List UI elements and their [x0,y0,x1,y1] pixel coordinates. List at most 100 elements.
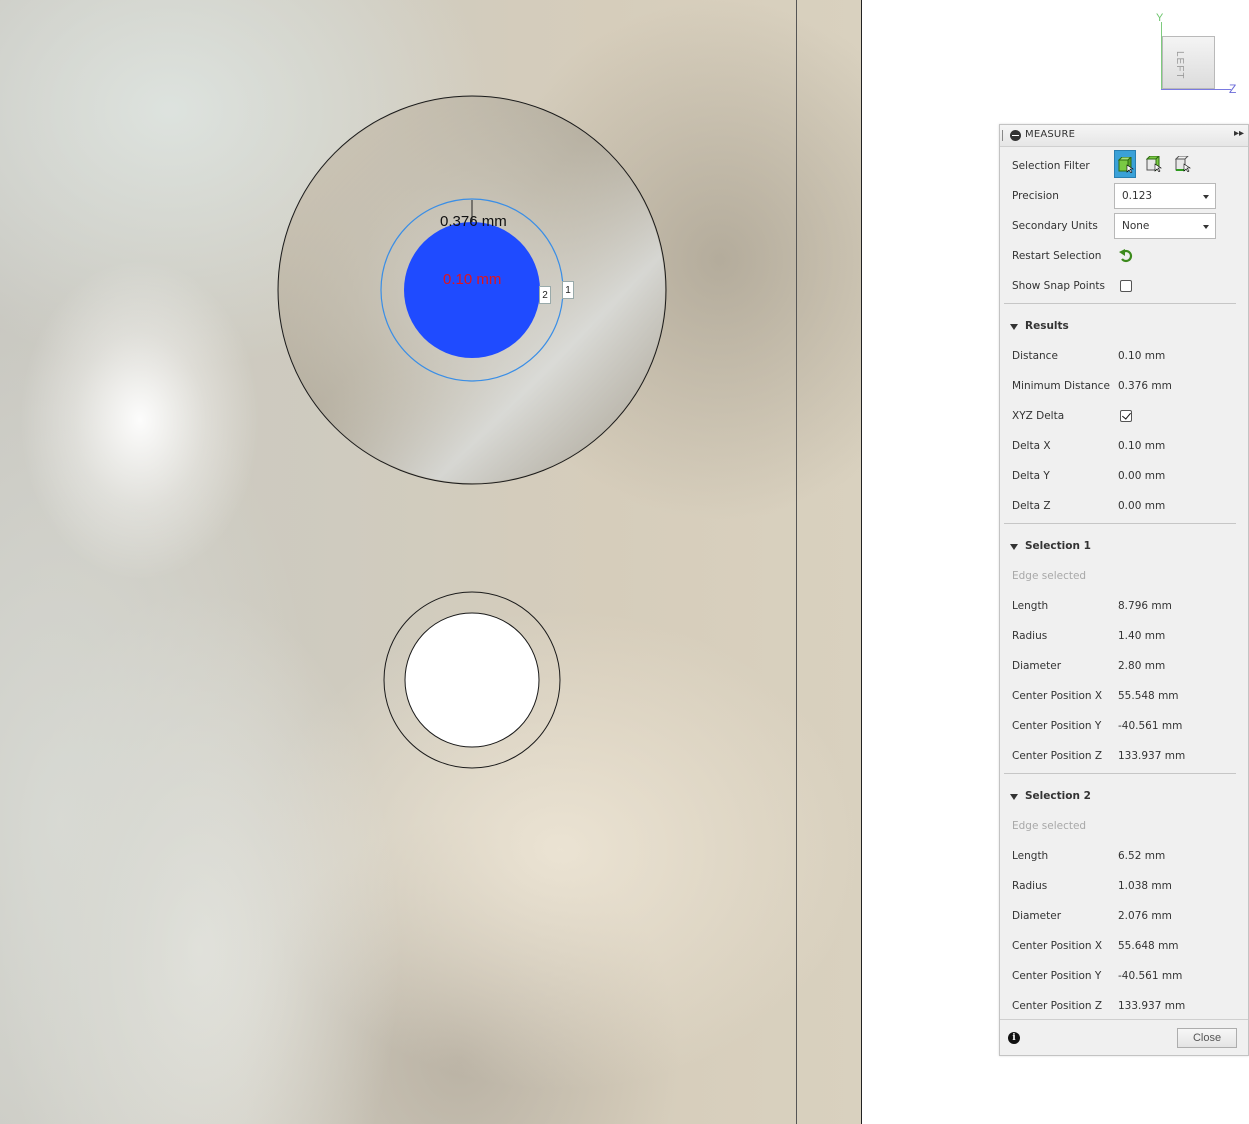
property-label: Length [1012,850,1049,862]
property-label: Length [1012,600,1049,612]
lower-hole-inner-face[interactable] [404,612,540,748]
show-snap-points-label: Show Snap Points [1012,280,1105,292]
property-value: 1.038 mm [1118,880,1172,892]
selection-2-title: Selection 2 [1025,790,1091,802]
y-axis-label: Y [1156,12,1164,24]
property-value: 55.548 mm [1118,690,1179,702]
face-select-icon [1146,156,1162,172]
property-value: 2.076 mm [1118,910,1172,922]
dropdown-arrow-icon [1203,225,1209,229]
restart-selection-row: Restart Selection [1012,247,1240,267]
secondary-units-dropdown[interactable]: None [1114,213,1216,239]
collapse-triangle-icon [1010,324,1018,330]
selection-2-row: Center Position Y -40.561 mm [1012,967,1240,987]
property-value: 2.80 mm [1118,660,1166,672]
viewcube-face-label: LEFT [1174,51,1185,80]
show-snap-points-row: Show Snap Points [1012,277,1240,297]
property-label: Center Position Z [1012,750,1103,762]
selection-2-row: Center Position X 55.648 mm [1012,937,1240,957]
close-button[interactable]: Close [1177,1028,1237,1048]
result-label: XYZ Delta [1012,410,1065,422]
expand-double-arrow-icon[interactable]: ▸▸ [1234,128,1244,139]
property-value: -40.561 mm [1118,720,1183,732]
result-label: Delta Y [1012,470,1050,482]
property-label: Radius [1012,880,1048,892]
z-axis-label: Z [1229,82,1237,96]
z-axis-line [1161,89,1231,90]
property-value: -40.561 mm [1118,970,1183,982]
property-label: Diameter [1012,910,1062,922]
selection-1-section-header[interactable]: Selection 1 [1010,537,1230,557]
result-label: Delta X [1012,440,1051,452]
divider [1004,523,1236,524]
selection-2-section-header[interactable]: Selection 2 [1010,787,1230,807]
precision-value: 0.123 [1122,190,1153,202]
precision-dropdown[interactable]: 0.123 [1114,183,1216,209]
selection-2-row: Length 6.52 mm [1012,847,1240,867]
selection-2-row: Diameter 2.076 mm [1012,907,1240,927]
result-label: Distance [1012,350,1058,362]
selection-tag-2: 2 [539,286,551,304]
collapse-minus-icon[interactable] [1010,130,1021,141]
selection-1-row: Radius 1.40 mm [1012,627,1240,647]
result-value: 0.00 mm [1118,500,1166,512]
result-label: Delta Z [1012,500,1051,512]
divider [1004,773,1236,774]
secondary-units-row: Secondary Units None [1012,213,1240,239]
secondary-units-value: None [1122,220,1150,232]
property-value: 6.52 mm [1118,850,1166,862]
select-body-filter-button[interactable] [1114,150,1136,178]
selection-2-row: Center Position Z 133.937 mm [1012,997,1240,1017]
result-label: Minimum Distance [1012,380,1110,392]
selection-2-row: Radius 1.038 mm [1012,877,1240,897]
selection-1-status: Edge selected [1012,570,1087,582]
panel-title: MEASURE [1025,129,1076,140]
edge-select-icon [1175,156,1191,172]
xyz-delta-checkbox[interactable] [1120,410,1132,422]
result-value: 0.376 mm [1118,380,1172,392]
property-value: 133.937 mm [1118,1000,1186,1012]
selection-filter-row: Selection Filter [1012,150,1240,178]
result-value: 0.10 mm [1118,440,1166,452]
viewcube[interactable]: Y Z LEFT [1150,12,1245,102]
collapse-triangle-icon [1010,794,1018,800]
property-value: 55.648 mm [1118,940,1179,952]
property-label: Diameter [1012,660,1062,672]
selection-1-row: Center Position X 55.548 mm [1012,687,1240,707]
select-face-filter-button[interactable] [1143,150,1165,178]
result-row-minimum-distance: Minimum Distance 0.376 mm [1012,377,1240,397]
drag-grip-icon[interactable] [1002,130,1004,141]
restart-selection-icon[interactable] [1118,248,1134,264]
result-row-delta-z: Delta Z 0.00 mm [1012,497,1240,517]
property-label: Center Position X [1012,690,1103,702]
collapse-triangle-icon [1010,544,1018,550]
show-snap-points-checkbox[interactable] [1120,280,1132,292]
result-row-xyz-delta: XYZ Delta [1012,407,1240,427]
selection-2-hole-face[interactable] [404,222,540,358]
selection-1-row: Diameter 2.80 mm [1012,657,1240,677]
results-title: Results [1025,320,1069,332]
viewcube-left-face[interactable]: LEFT [1162,36,1215,89]
dropdown-arrow-icon [1203,195,1209,199]
property-value: 133.937 mm [1118,750,1186,762]
distance-dimension: 0.10 mm [443,271,502,288]
property-value: 8.796 mm [1118,600,1172,612]
measure-panel-header[interactable]: MEASURE ▸▸ [1000,125,1248,147]
secondary-units-label: Secondary Units [1012,220,1098,232]
results-section-header[interactable]: Results [1010,317,1230,337]
property-value: 1.40 mm [1118,630,1166,642]
divider [1004,303,1236,304]
property-label: Center Position Z [1012,1000,1103,1012]
measure-panel: MEASURE ▸▸ Selection Filter Precision 0.… [999,124,1249,1056]
selection-2-status-row: Edge selected [1012,817,1240,837]
result-value: 0.10 mm [1118,350,1166,362]
body-select-icon [1118,157,1134,173]
result-row-delta-y: Delta Y 0.00 mm [1012,467,1240,487]
property-label: Center Position X [1012,940,1103,952]
3d-viewport[interactable]: 0.376 mm 0.10 mm 1 2 [0,0,862,1124]
select-edge-filter-button[interactable] [1172,150,1194,178]
min-distance-dimension: 0.376 mm [440,213,507,230]
selection-1-title: Selection 1 [1025,540,1091,552]
result-row-delta-x: Delta X 0.10 mm [1012,437,1240,457]
info-icon[interactable]: i [1008,1032,1020,1044]
